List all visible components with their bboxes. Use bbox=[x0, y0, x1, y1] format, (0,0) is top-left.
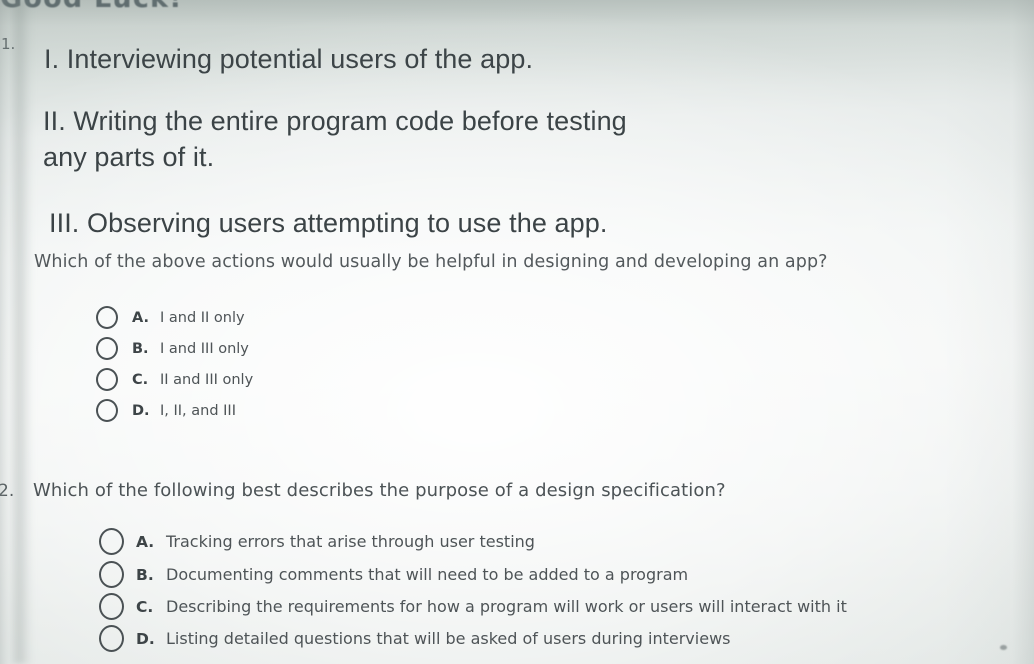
radio-button-icon[interactable] bbox=[96, 399, 118, 422]
option-text: Tracking errors that arise through user … bbox=[166, 532, 535, 551]
option-letter: C. bbox=[136, 597, 154, 616]
question-2-number: 2. bbox=[0, 481, 15, 501]
question-2-option-c[interactable]: C. Describing the requirements for how a… bbox=[99, 593, 847, 620]
option-letter: D. bbox=[132, 402, 150, 419]
option-text: Documenting comments that will need to b… bbox=[166, 565, 689, 584]
option-text: II and III only bbox=[160, 371, 254, 388]
quiz-page-photo: Good Luck! 1. I. Interviewing potential … bbox=[0, 0, 1034, 664]
paper-crease-shadow bbox=[8, 0, 34, 664]
question-2-option-b[interactable]: B. Documenting comments that will need t… bbox=[99, 561, 688, 588]
question-1-option-b[interactable]: B. I and III only bbox=[96, 337, 249, 360]
question-1-option-d[interactable]: D. I, II, and III bbox=[96, 399, 236, 422]
question-1-statement-i: I. Interviewing potential users of the a… bbox=[44, 44, 534, 74]
option-text: I, II, and III bbox=[160, 402, 236, 419]
option-letter: A. bbox=[132, 309, 149, 326]
option-letter: A. bbox=[136, 532, 155, 551]
question-1-statement-iii: III. Observing users attempting to use t… bbox=[49, 208, 608, 238]
cutoff-header-text: Good Luck! bbox=[0, 0, 340, 13]
option-text: I and III only bbox=[160, 340, 249, 357]
radio-button-icon[interactable] bbox=[99, 625, 124, 652]
question-1-option-a[interactable]: A. I and II only bbox=[96, 306, 245, 329]
question-1-option-c[interactable]: C. II and III only bbox=[96, 368, 253, 391]
question-1-number: 1. bbox=[1, 35, 16, 53]
option-letter: B. bbox=[136, 565, 154, 584]
question-2-option-d[interactable]: D. Listing detailed questions that will … bbox=[99, 625, 730, 652]
radio-button-icon[interactable] bbox=[96, 368, 118, 391]
radio-button-icon[interactable] bbox=[99, 561, 124, 588]
option-text: Describing the requirements for how a pr… bbox=[166, 597, 847, 616]
radio-button-icon[interactable] bbox=[96, 306, 118, 329]
radio-button-icon[interactable] bbox=[96, 337, 118, 360]
question-1-prompt: Which of the above actions would usually… bbox=[34, 252, 828, 272]
radio-button-icon[interactable] bbox=[99, 593, 124, 620]
paper-speck bbox=[1000, 645, 1007, 650]
option-letter: B. bbox=[132, 340, 149, 357]
question-1-statement-ii: II. Writing the entire program code befo… bbox=[43, 106, 627, 172]
question-2-option-a[interactable]: A. Tracking errors that arise through us… bbox=[99, 528, 535, 555]
question-2-prompt: Which of the following best describes th… bbox=[33, 480, 726, 501]
option-text: Listing detailed questions that will be … bbox=[166, 629, 731, 648]
option-text: I and II only bbox=[160, 309, 245, 326]
radio-button-icon[interactable] bbox=[99, 528, 124, 555]
option-letter: C. bbox=[132, 371, 149, 388]
option-letter: D. bbox=[136, 629, 155, 648]
